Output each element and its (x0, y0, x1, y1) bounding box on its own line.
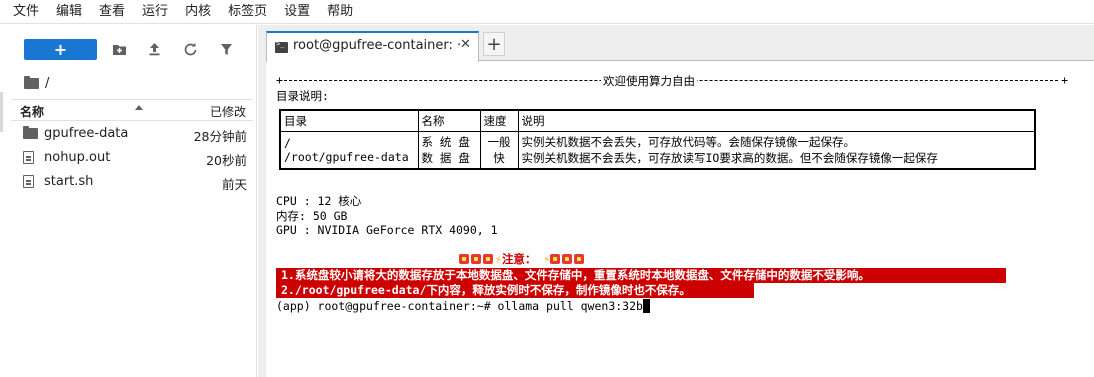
folder-icon (24, 75, 39, 89)
terminal-icon (275, 40, 288, 53)
table-header: 速度 (479, 109, 519, 132)
folder-icon (23, 126, 38, 139)
file-row-nohup-out[interactable]: nohup.out 20秒前 (11, 146, 253, 170)
menu-help[interactable]: 帮助 (319, 0, 362, 24)
refresh-icon[interactable] (181, 40, 199, 58)
welcome-banner: + 欢迎使用算力自由 + (276, 73, 1068, 89)
gpu-info: GPU : NVIDIA GeForce RTX 4090, 1 (276, 223, 498, 237)
table-header: 目录 (279, 109, 419, 132)
menu-file[interactable]: 文件 (5, 0, 48, 24)
file-browser-toolbar: + (0, 25, 257, 73)
explosion-icon (562, 254, 573, 264)
dir-intro: 目录说明: (276, 89, 329, 103)
table-cell-dir: //root/gpufree-data (279, 131, 419, 170)
filter-icon[interactable] (217, 40, 235, 58)
file-modified: 28分钟前 (193, 129, 247, 144)
file-browser: + / 名称 已修改 gpufree-data 28分钟前 nohup.out … (0, 25, 257, 377)
menu-run[interactable]: 运行 (134, 0, 177, 24)
tab-title[interactable]: root@gpufree-container: · (293, 38, 461, 53)
file-modified: 20秒前 (206, 153, 247, 168)
table-cell-speed: 一般快 (479, 131, 519, 170)
banner-corner: + (1061, 73, 1068, 87)
column-modified[interactable]: 已修改 (210, 103, 246, 120)
lightning-icon: ⚡ (543, 252, 551, 266)
lightning-icon: ⚡ (495, 252, 502, 266)
menu-bar: 文件 编辑 查看 运行 内核 标签页 设置 帮助 (0, 0, 1094, 24)
new-launcher-button[interactable]: + (24, 39, 97, 60)
cpu-info: CPU : 12 核心 (276, 194, 362, 208)
notice-line-1: 1.系统盘较小请将大的数据存放于本地数据盘、文件存储中，重置系统时本地数据盘、文… (276, 268, 1006, 283)
memory-info: 内存: 50 GB (276, 209, 348, 223)
new-folder-icon[interactable] (110, 40, 128, 58)
notice-line-2: 2./root/gpufree-data/下内容，释放实例时不保存，制作镜像时也… (276, 283, 754, 298)
file-name[interactable]: gpufree-data (44, 126, 128, 141)
listing-header: 名称 已修改 (11, 99, 253, 121)
file-name[interactable]: nohup.out (44, 150, 110, 165)
explosion-icon (483, 254, 493, 264)
menu-tabs[interactable]: 标签页 (220, 0, 276, 24)
table-cell-desc: 实例关机数据不会丢失，可存放代码等。会随保存镜像一起保存。 实例关机数据不会丢失，… (517, 131, 1036, 170)
upload-icon[interactable] (145, 40, 163, 58)
explosion-icon (550, 254, 561, 264)
menu-view[interactable]: 查看 (91, 0, 134, 24)
sort-ascending-icon (135, 105, 143, 110)
column-name[interactable]: 名称 (20, 103, 44, 120)
file-row-start-sh[interactable]: start.sh 前天 (11, 170, 253, 194)
menu-settings[interactable]: 设置 (276, 0, 319, 24)
table-header: 名称 (417, 109, 481, 132)
tab-terminal[interactable]: root@gpufree-container: · ✕ (266, 31, 479, 62)
explosion-icon (459, 254, 469, 264)
explosion-icon (574, 254, 585, 264)
explosion-icon (471, 254, 481, 264)
terminal-output[interactable]: + 欢迎使用算力自由 + 目录说明: 目录 名称 速度 说明 //root/gp… (266, 62, 1094, 377)
banner-text: 欢迎使用算力自由 (601, 73, 697, 89)
tab-bar: root@gpufree-container: · ✕ + (266, 25, 1094, 62)
notice-title: ⚡注意： ⚡ (459, 251, 586, 267)
panel-edge (0, 92, 3, 132)
table-cell-name: 系 统 盘数 据 盘 (417, 131, 481, 170)
terminal-cursor (642, 299, 650, 313)
close-icon[interactable]: ✕ (460, 37, 471, 52)
file-icon (23, 151, 34, 164)
table-header: 说明 (517, 109, 1036, 132)
banner-corner: + (276, 73, 283, 87)
file-icon (23, 175, 34, 188)
menu-edit[interactable]: 编辑 (48, 0, 91, 24)
add-tab-button[interactable]: + (483, 32, 505, 56)
panel-splitter[interactable] (258, 25, 266, 377)
breadcrumb[interactable]: / (24, 74, 49, 92)
file-modified: 前天 (221, 177, 247, 192)
breadcrumb-path[interactable]: / (45, 76, 49, 91)
file-name[interactable]: start.sh (44, 174, 93, 189)
file-row-gpufree-data[interactable]: gpufree-data 28分钟前 (11, 122, 253, 146)
directory-table: 目录 名称 速度 说明 //root/gpufree-data 系 统 盘数 据… (279, 109, 1036, 170)
command-prompt[interactable]: (app) root@gpufree-container:~# ollama p… (276, 299, 650, 313)
menu-kernel[interactable]: 内核 (177, 0, 220, 24)
